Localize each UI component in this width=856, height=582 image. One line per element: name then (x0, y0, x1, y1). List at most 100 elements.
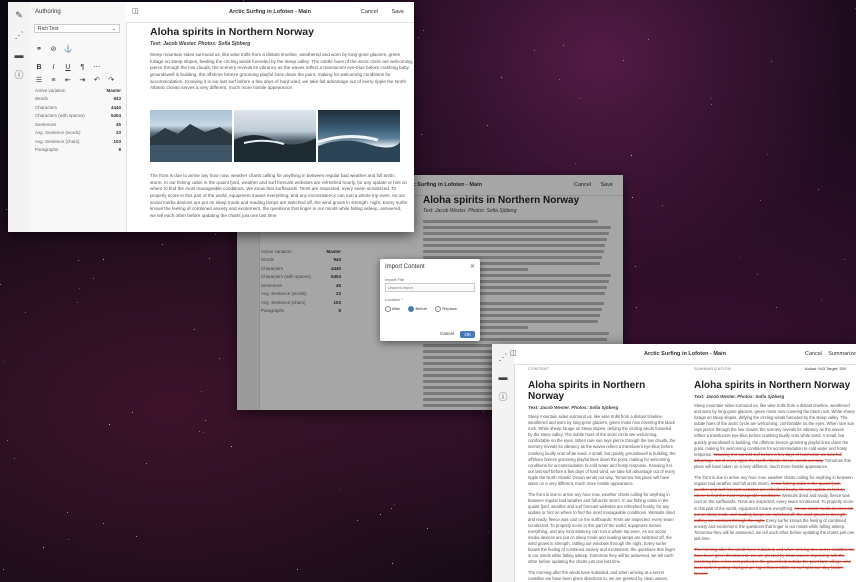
top-bar: ◫ Arctic Surfing in Lofoten - Main Cance… (510, 344, 856, 365)
star (218, 358, 220, 360)
star (161, 243, 163, 245)
stat-row: Active variation Master (35, 88, 121, 93)
side-rail: ✎ ⋰ ▬ ⓘ (8, 2, 31, 232)
summary-title: Aloha spirits in Northern Norway (694, 380, 851, 391)
undo-icon[interactable]: ↶ (92, 76, 102, 84)
stat-label: Paragraphs (35, 147, 59, 152)
summary-paragraph: Steep mountain sides surround us, like w… (694, 403, 855, 469)
stat-row: Characters (with spaces) 5404 (35, 113, 121, 118)
stat-value: 5404 (110, 113, 121, 118)
stats-panel: Active variation Master Words 943 Characters… (35, 84, 121, 156)
stat-row: Sentences 45 (35, 122, 121, 127)
numbered-list-icon[interactable]: ≡ (48, 77, 58, 84)
side-rail: ⋰ ▬ ⓘ (492, 344, 515, 582)
photo-surfer-wave (234, 110, 316, 162)
import-file-input[interactable] (385, 283, 475, 292)
content-label: CONTENT (528, 366, 550, 371)
removed-sentence[interactable]: The morning after the winds have subside… (694, 547, 854, 576)
style-select[interactable]: Rich Text ⌄ (34, 24, 120, 33)
stat-row: Avg. Sentence (words) 23 (35, 130, 121, 135)
close-icon[interactable]: ✕ (470, 263, 475, 270)
photo-wave-crash (318, 110, 400, 162)
star (634, 265, 636, 267)
stat-label: Characters (35, 104, 58, 110)
summary-byline: Text: Jacob Wester. Photos: Sofia Sjöber… (694, 394, 785, 399)
bullet-list-icon[interactable]: ☰ (34, 76, 44, 84)
radio-replace[interactable]: Replace (435, 306, 457, 312)
stat-label: Active variation (35, 87, 66, 93)
radio-before[interactable]: Before (408, 306, 427, 312)
stat-value: 45 (115, 121, 121, 127)
pencil-icon[interactable]: ✎ (8, 8, 30, 22)
summary-paragraph: The morning after the winds have subside… (694, 547, 856, 577)
outdent-icon[interactable]: ⇤ (63, 76, 73, 84)
stat-label: Characters (with spaces) (35, 113, 85, 118)
stat-value: 943 (113, 96, 121, 101)
article-title: Aloha spirits in Northern Norway (528, 380, 646, 402)
cancel-button[interactable]: Cancel (355, 7, 384, 17)
stat-label: Avg. Sentence (words) (35, 130, 81, 135)
star (3, 360, 5, 362)
star (710, 103, 712, 105)
chevron-down-icon: ⌄ (111, 26, 116, 32)
article-byline: Text: Jacob Wester. Photos: Sofia Sjöber… (528, 405, 619, 410)
star (390, 507, 392, 509)
stat-row: Paragraphs 8 (35, 147, 121, 152)
stat-label: Avg. Sentence (chars) (35, 138, 80, 144)
share-icon[interactable]: ⋰ (8, 28, 30, 42)
star (242, 0, 244, 1)
star (756, 273, 758, 275)
article-paragraph: Steep mountain sides surround us, like w… (528, 414, 676, 487)
star (296, 568, 298, 570)
save-button[interactable]: Save (385, 7, 410, 17)
article-byline: Text: Jacob Wester. Photos: Sofia Sjöber… (150, 41, 251, 47)
summarize-button[interactable]: Summarize (822, 349, 856, 359)
radio-checked-icon (408, 306, 415, 312)
stat-value: 8 (118, 147, 121, 152)
star (739, 256, 741, 258)
top-bar: ◫ Arctic Surfing in Lofoten - Main Cance… (126, 2, 414, 23)
link-icon[interactable]: ⚭ (34, 45, 44, 53)
article-paragraph: Steep mountain sides surround us, like w… (150, 52, 414, 91)
star (108, 423, 110, 425)
star (562, 44, 564, 46)
authoring-panel: Authoring Rich Text ⌄ ⚭ ⊘ ⚓ B I U ¶ ⋯ ☰ … (30, 2, 127, 232)
stat-value: 4440 (110, 104, 121, 110)
radio-after[interactable]: After (385, 306, 400, 312)
anchor-icon[interactable]: ⚓ (63, 45, 73, 53)
star (482, 410, 484, 412)
dialog-ok-button[interactable]: OK (460, 331, 475, 338)
redo-icon[interactable]: ↷ (106, 76, 116, 84)
info-icon[interactable]: ⓘ (8, 68, 30, 82)
document-canvas[interactable]: Aloha spirits in Northern Norway Text: J… (150, 26, 414, 102)
stat-row: Words 943 (35, 96, 121, 101)
star (501, 76, 503, 78)
star (214, 233, 216, 235)
radio-circle-icon (385, 306, 391, 312)
star (648, 38, 650, 40)
info-icon[interactable]: ⓘ (492, 390, 514, 404)
editor-window-authoring: ✎ ⋰ ▬ ⓘ Authoring Rich Text ⌄ ⚭ ⊘ ⚓ B I … (8, 2, 414, 232)
radio-circle-icon (435, 306, 442, 312)
content-column: CONTENT Aloha spirits in Northern Norway… (528, 366, 676, 582)
unlink-icon[interactable]: ⊘ (48, 45, 58, 53)
import-content-dialog: Import Content ✕ Import File Location * … (380, 259, 480, 341)
stat-value: 103 (113, 138, 121, 144)
stat-row: Characters 4440 (35, 105, 121, 110)
article-paragraph: The morning after the winds have subside… (528, 570, 668, 582)
stat-label: Words (35, 96, 48, 101)
star (0, 283, 2, 285)
panel-title: Authoring (35, 9, 61, 15)
removed-sentence[interactable]: Knowing it is our last surf before a few… (694, 452, 842, 463)
dialog-cancel-button[interactable]: Cancel (440, 331, 454, 336)
star (488, 531, 490, 533)
star (427, 527, 428, 529)
star (42, 546, 44, 548)
star (770, 61, 772, 63)
indent-icon[interactable]: ⇥ (77, 76, 87, 84)
star (208, 257, 210, 259)
folder-icon[interactable]: ▬ (8, 48, 30, 62)
folder-icon[interactable]: ▬ (492, 370, 514, 384)
dialog-title: Import Content (385, 264, 425, 270)
editor-window-summarize: ⋰ ▬ ⓘ ◫ Arctic Surfing in Lofoten - Main… (492, 344, 856, 582)
